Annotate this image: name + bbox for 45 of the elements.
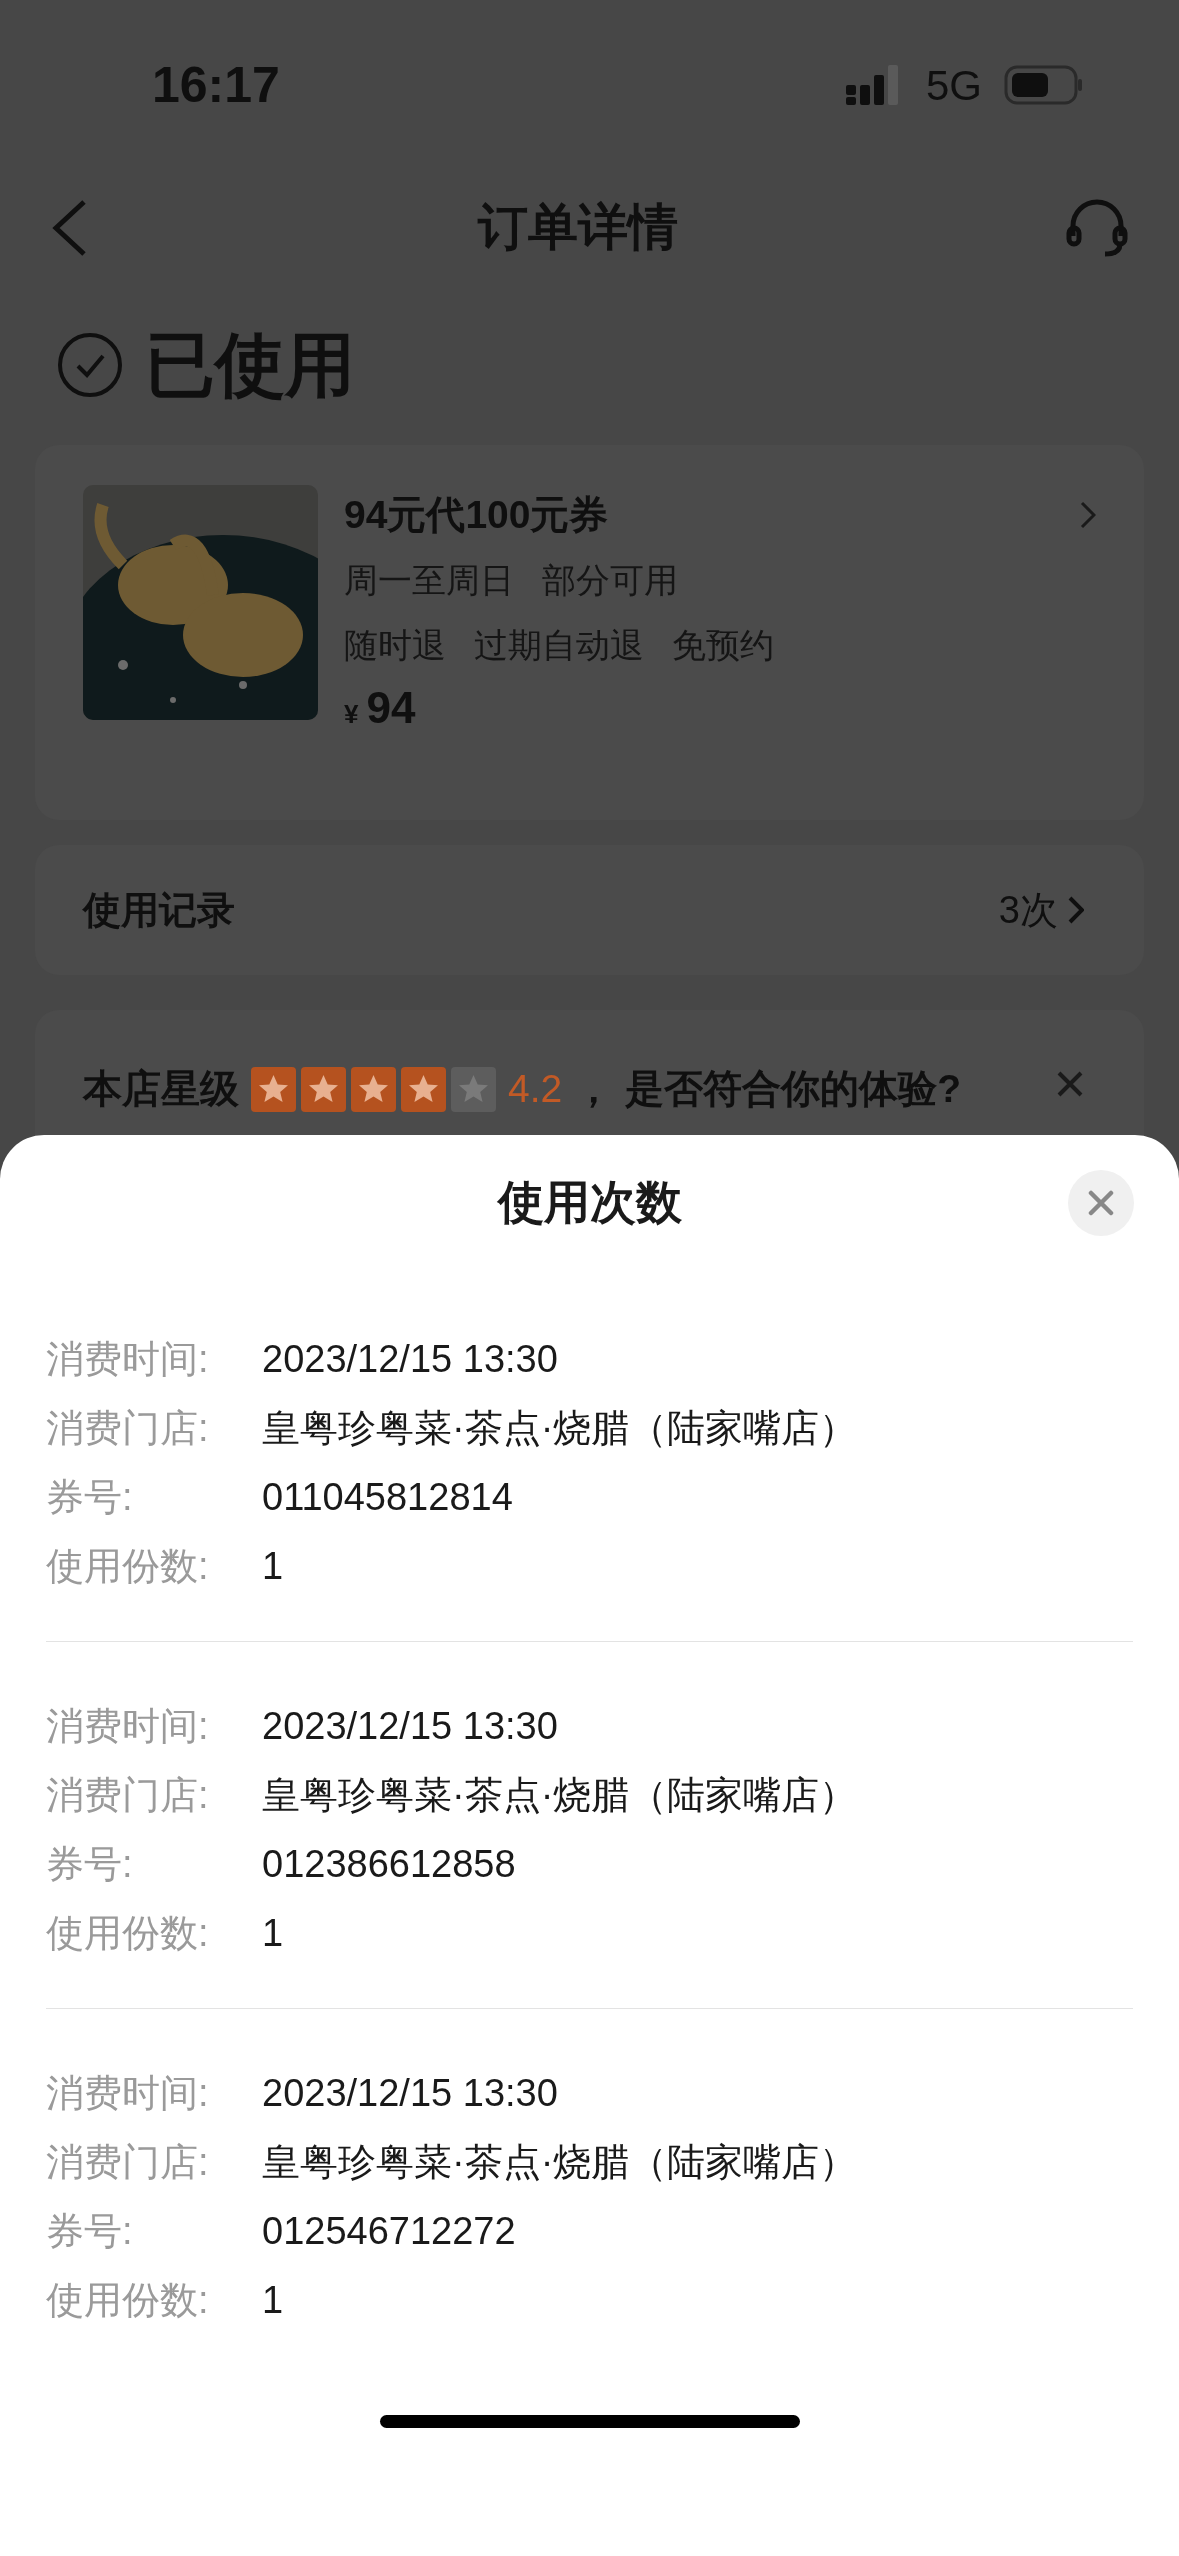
- battery-icon: [1004, 65, 1084, 105]
- field-value: 皇粤珍粤菜·茶点·烧腊（陆家嘴店）: [262, 1773, 858, 1818]
- field-value: 2023/12/15 13:30: [262, 1704, 558, 1749]
- field-value: 012386612858: [262, 1842, 516, 1887]
- order-status: 已使用: [145, 324, 355, 406]
- field-label: 使用份数:: [46, 1544, 210, 1589]
- close-icon[interactable]: [1056, 1070, 1084, 1098]
- field-label: 使用份数:: [46, 1911, 210, 1956]
- usage-count: 3次: [998, 887, 1058, 933]
- usage-label: 使用记录: [83, 887, 235, 933]
- field-label: 消费时间:: [46, 2071, 210, 2116]
- field-value: 皇粤珍粤菜·茶点·烧腊（陆家嘴店）: [262, 2140, 858, 2185]
- rating-score: 4.2: [508, 1066, 563, 1112]
- field-value: 1: [262, 2278, 284, 2323]
- field-value: 2023/12/15 13:30: [262, 1337, 558, 1382]
- rating-label: 本店星级: [83, 1066, 239, 1112]
- field-value: 012546712272: [262, 2209, 516, 2254]
- rating-question: 是否符合你的体验?: [625, 1066, 962, 1112]
- status-time: 16:17: [152, 55, 280, 115]
- field-label: 券号:: [46, 1475, 134, 1520]
- deal-price: 94: [366, 682, 416, 734]
- page-title: 订单详情: [477, 198, 678, 257]
- chevron-right-icon: [1068, 896, 1084, 924]
- close-icon: [1088, 1190, 1114, 1216]
- deal-title: 94元代100元券: [344, 492, 609, 538]
- field-label: 使用份数:: [46, 2278, 210, 2323]
- currency-symbol: ¥: [344, 698, 359, 731]
- rating-comma: ，: [574, 1066, 614, 1112]
- field-value: 1: [262, 1544, 284, 1589]
- field-value: 皇粤珍粤菜·茶点·烧腊（陆家嘴店）: [262, 1406, 858, 1451]
- field-label: 消费门店:: [46, 1406, 210, 1451]
- field-label: 券号:: [46, 2209, 134, 2254]
- field-label: 消费时间:: [46, 1704, 210, 1749]
- field-label: 消费时间:: [46, 1337, 210, 1382]
- usage-record-row[interactable]: 使用记录 3次: [35, 845, 1144, 975]
- check-circle-icon: [57, 332, 123, 398]
- field-label: 消费门店:: [46, 1773, 210, 1818]
- chevron-right-icon: [1080, 501, 1096, 529]
- field-label: 券号:: [46, 1842, 134, 1887]
- network-label: 5G: [925, 60, 982, 111]
- field-label: 消费门店:: [46, 2140, 210, 2185]
- sheet-title: 使用次数: [497, 1175, 682, 1230]
- field-value: 011045812814: [262, 1475, 513, 1520]
- field-value: 2023/12/15 13:30: [262, 2071, 558, 2116]
- field-value: 1: [262, 1911, 284, 1956]
